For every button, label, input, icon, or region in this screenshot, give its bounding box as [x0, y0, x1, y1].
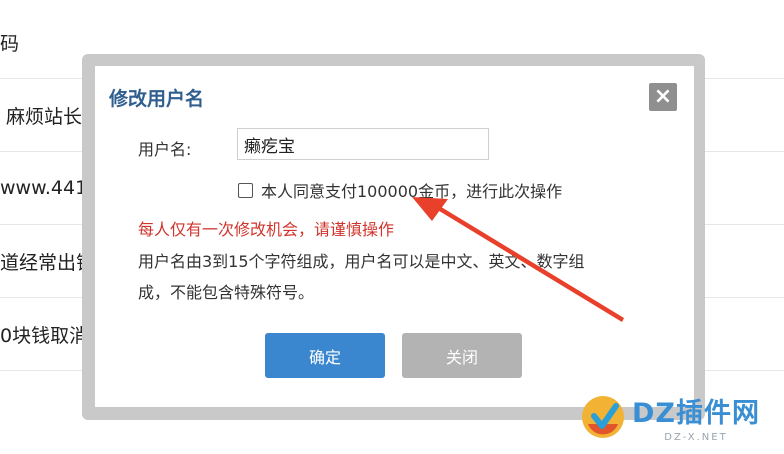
agree-checkbox[interactable] — [238, 182, 253, 198]
list-item-text: 道经常出错 — [0, 251, 96, 274]
watermark-url: DZ-X.NET — [664, 432, 728, 443]
watermark: DZ插件网 DZ-X.NET — [580, 382, 780, 452]
username-input[interactable] — [237, 128, 489, 160]
rules-text: 用户名由3到15个字符组成，用户名可以是中文、英文、数字组 成，不能包含特殊符号… — [138, 246, 638, 308]
watermark-logo-icon — [582, 396, 624, 438]
username-label: 用户名: — [138, 140, 192, 159]
rename-dialog: 修改用户名 × 用户名: 本人同意支付100000金币，进行此次操作 每人仅有一… — [95, 66, 694, 407]
close-button[interactable]: 关闭 — [402, 333, 522, 378]
rules-line: 用户名由3到15个字符组成，用户名可以是中文、英文、数字组 — [138, 252, 585, 271]
watermark-brand: DZ插件网 — [632, 398, 760, 429]
list-item-text: 0块钱取消 — [0, 324, 89, 347]
close-icon[interactable]: × — [649, 83, 677, 111]
list-item-text: 码 — [0, 32, 20, 55]
agree-row[interactable]: 本人同意支付100000金币，进行此次操作 — [238, 178, 562, 202]
warning-text: 每人仅有一次修改机会，请谨慎操作 — [138, 220, 395, 239]
agree-label: 本人同意支付100000金币，进行此次操作 — [261, 182, 563, 201]
confirm-button[interactable]: 确定 — [265, 333, 385, 378]
list-item-text: 麻烦站长 — [6, 105, 83, 128]
list-item-text: www.441 — [0, 177, 88, 199]
rules-line: 成，不能包含特殊符号。 — [138, 283, 315, 302]
dialog-title: 修改用户名 — [109, 88, 205, 110]
